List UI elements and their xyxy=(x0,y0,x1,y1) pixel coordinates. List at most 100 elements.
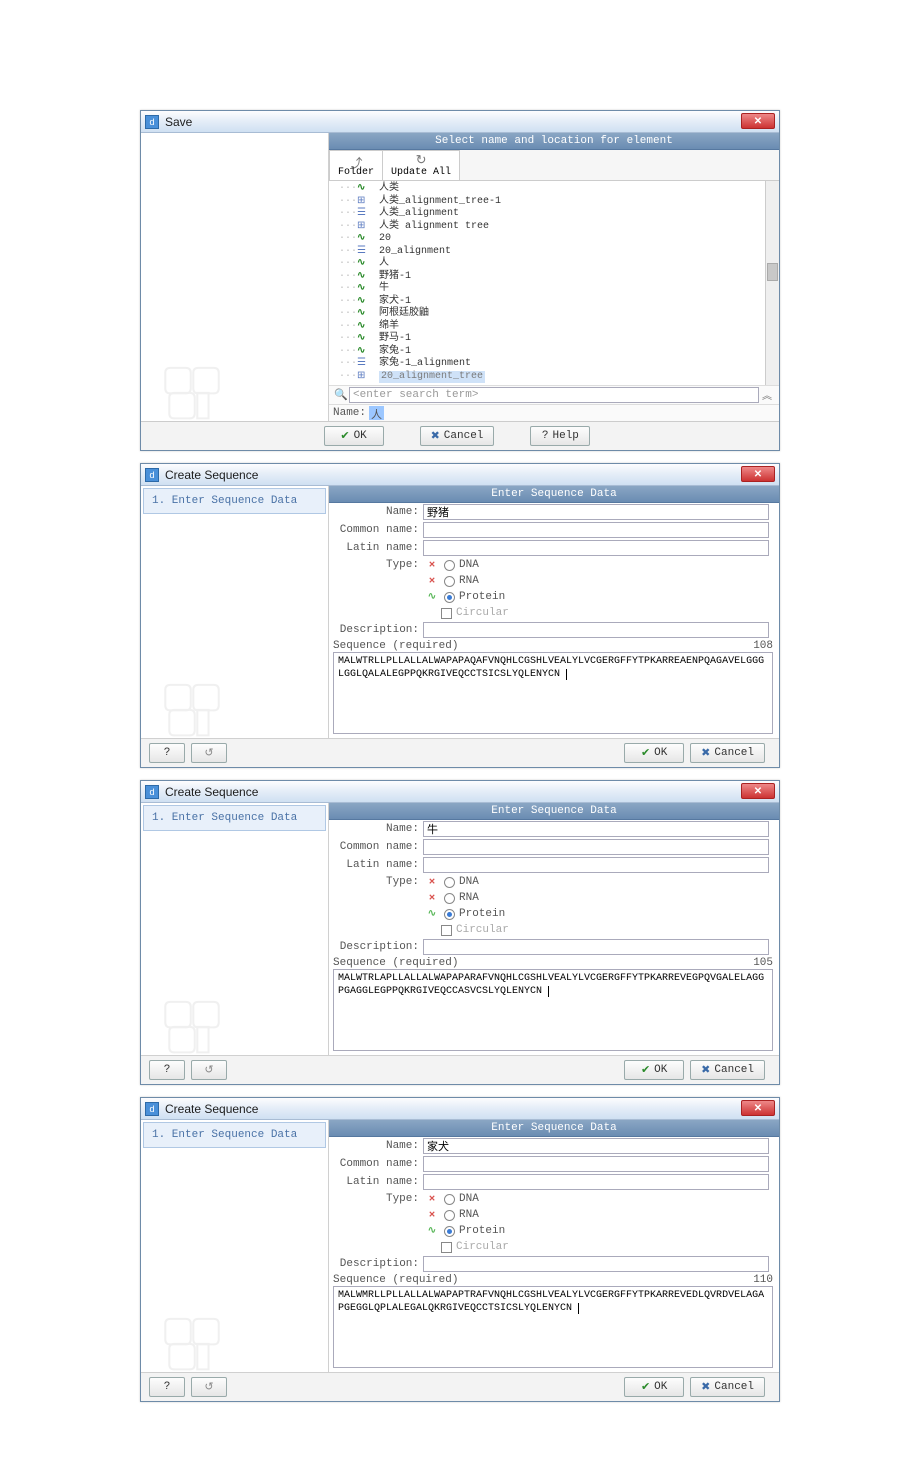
check-icon: ✔ xyxy=(641,1063,650,1077)
titlebar[interactable]: d Save ✕ xyxy=(141,111,779,133)
name-input[interactable]: 人 xyxy=(369,406,384,420)
circular-checkbox[interactable] xyxy=(441,1242,452,1253)
ok-button[interactable]: ✔OK xyxy=(624,1060,684,1080)
button-bar: ? ↺ ✔OK ✖Cancel xyxy=(141,1055,779,1084)
section-header: Select name and location for element xyxy=(329,133,779,150)
sequence-count: 105 xyxy=(753,957,773,969)
description-label: Description: xyxy=(333,624,423,636)
circular-label: Circular xyxy=(456,1241,509,1253)
sequence-label: Sequence (required) xyxy=(333,1274,458,1286)
dna-icon: ✕ xyxy=(423,559,441,571)
tree-item[interactable]: ···⊞ 人类_alignment_tree-1 xyxy=(339,196,779,209)
radio-rna[interactable] xyxy=(444,1210,455,1221)
save-dialog: d Save ✕ ▢▢ ▢▯ Select name and location … xyxy=(140,110,780,451)
sequence-textarea[interactable]: MALWTRLLPLLALLALWAPAPAQAFVNQHLCGSHLVEALY… xyxy=(333,652,773,734)
step-1[interactable]: 1. Enter Sequence Data xyxy=(143,488,326,514)
step-1[interactable]: 1. Enter Sequence Data xyxy=(143,1122,326,1148)
chevron-up-icon[interactable]: ︽ xyxy=(759,387,775,403)
radio-protein[interactable] xyxy=(444,909,455,920)
tree-item[interactable]: ···∿ 绵羊 xyxy=(339,321,779,334)
tree-item[interactable]: ···☰ 20_alignment xyxy=(339,246,779,259)
reset-button[interactable]: ↺ xyxy=(191,1060,227,1080)
radio-protein[interactable] xyxy=(444,1226,455,1237)
name-input[interactable] xyxy=(423,1138,769,1154)
tab-update-all[interactable]: ↻ Update All xyxy=(382,150,460,180)
titlebar[interactable]: dCreate Sequence✕ xyxy=(141,781,779,803)
description-input[interactable] xyxy=(423,939,769,955)
step-1[interactable]: 1. Enter Sequence Data xyxy=(143,805,326,831)
close-button[interactable]: ✕ xyxy=(741,113,775,129)
common-name-input[interactable] xyxy=(423,839,769,855)
description-input[interactable] xyxy=(423,1256,769,1272)
latin-name-input[interactable] xyxy=(423,1174,769,1190)
folder-up-icon: ⤴ xyxy=(350,153,363,167)
radio-dna[interactable] xyxy=(444,1194,455,1205)
name-input[interactable] xyxy=(423,504,769,520)
folder-tree[interactable]: ···∿ 人类···⊞ 人类_alignment_tree-1···☰ 人类_a… xyxy=(329,181,779,385)
tree-item[interactable]: ···∿ 野猪-1 xyxy=(339,271,779,284)
tree-item[interactable]: ···☰ 人类_alignment xyxy=(339,208,779,221)
folder-tabs: ⤴ Folder ↻ Update All xyxy=(329,150,779,181)
latin-name-input[interactable] xyxy=(423,540,769,556)
sequence-textarea[interactable]: MALWTRLAPLLALLALWAPAPARAFVNQHLCGSHLVEALY… xyxy=(333,969,773,1051)
radio-rna[interactable] xyxy=(444,576,455,587)
cancel-button[interactable]: ✖Cancel xyxy=(420,426,495,446)
titlebar[interactable]: dCreate Sequence✕ xyxy=(141,1098,779,1120)
scroll-thumb[interactable] xyxy=(767,263,778,281)
radio-rna[interactable] xyxy=(444,893,455,904)
tree-item[interactable]: ···∿ 家兔-1 xyxy=(339,346,779,359)
ok-button[interactable]: ✔OK xyxy=(324,426,384,446)
description-input[interactable] xyxy=(423,622,769,638)
tree-item[interactable]: ···∿ 20 xyxy=(339,233,779,246)
cancel-button[interactable]: ✖Cancel xyxy=(690,1377,765,1397)
scrollbar[interactable] xyxy=(765,181,779,385)
help-button[interactable]: ? xyxy=(149,743,185,763)
cancel-button[interactable]: ✖Cancel xyxy=(690,1060,765,1080)
ok-button[interactable]: ✔OK xyxy=(624,1377,684,1397)
reset-button[interactable]: ↺ xyxy=(191,743,227,763)
tree-item[interactable]: ···∿ 野马-1 xyxy=(339,333,779,346)
radio-protein[interactable] xyxy=(444,592,455,603)
tree-item[interactable]: ···⊞ 20_alignment_tree xyxy=(339,371,779,384)
tree-item[interactable]: ···∿ 家犬-1 xyxy=(339,296,779,309)
close-button[interactable]: ✕ xyxy=(741,466,775,482)
tree-item[interactable]: ···∿ 牛 xyxy=(339,283,779,296)
tree-item[interactable]: ···∿ 人 xyxy=(339,258,779,271)
close-button[interactable]: ✕ xyxy=(741,1100,775,1116)
ok-button[interactable]: ✔OK xyxy=(624,743,684,763)
latin-name-label: Latin name: xyxy=(333,542,423,554)
help-button[interactable]: ? xyxy=(149,1060,185,1080)
type-label: Type: xyxy=(377,559,423,571)
decorative-shapes: ▢▢ ▢▯ xyxy=(161,365,217,415)
protein-icon: ∿ xyxy=(423,591,441,603)
tree-item[interactable]: ···☰ 家兔-1_alignment xyxy=(339,358,779,371)
help-button[interactable]: ? xyxy=(149,1377,185,1397)
search-input[interactable] xyxy=(349,387,759,403)
tree-item[interactable]: ···∿ 人类 xyxy=(339,183,779,196)
common-name-label: Common name: xyxy=(333,524,423,536)
rna-icon: ✕ xyxy=(423,1209,441,1221)
latin-name-input[interactable] xyxy=(423,857,769,873)
help-button[interactable]: ?Help xyxy=(530,426,590,446)
close-button[interactable]: ✕ xyxy=(741,783,775,799)
common-name-input[interactable] xyxy=(423,522,769,538)
cancel-button[interactable]: ✖Cancel xyxy=(690,743,765,763)
window-title: Save xyxy=(165,115,192,129)
tab-folder[interactable]: ⤴ Folder xyxy=(329,150,383,180)
search-icon: 🔍 xyxy=(333,388,349,402)
radio-dna[interactable] xyxy=(444,877,455,888)
description-label: Description: xyxy=(333,1258,423,1270)
rna-icon: ✕ xyxy=(423,892,441,904)
name-input[interactable] xyxy=(423,821,769,837)
radio-dna[interactable] xyxy=(444,560,455,571)
tree-item[interactable]: ···∿ 阿根廷胶鼬 xyxy=(339,308,779,321)
circular-checkbox[interactable] xyxy=(441,925,452,936)
circular-checkbox[interactable] xyxy=(441,608,452,619)
tree-item[interactable]: ···⊞ 人类 alignment tree xyxy=(339,221,779,234)
titlebar[interactable]: dCreate Sequence✕ xyxy=(141,464,779,486)
latin-name-label: Latin name: xyxy=(333,1176,423,1188)
sequence-textarea[interactable]: MALWMRLLPLLALLALWAPAPTRAFVNQHLCGSHLVEALY… xyxy=(333,1286,773,1368)
common-name-input[interactable] xyxy=(423,1156,769,1172)
reset-button[interactable]: ↺ xyxy=(191,1377,227,1397)
type-label: Type: xyxy=(377,876,423,888)
